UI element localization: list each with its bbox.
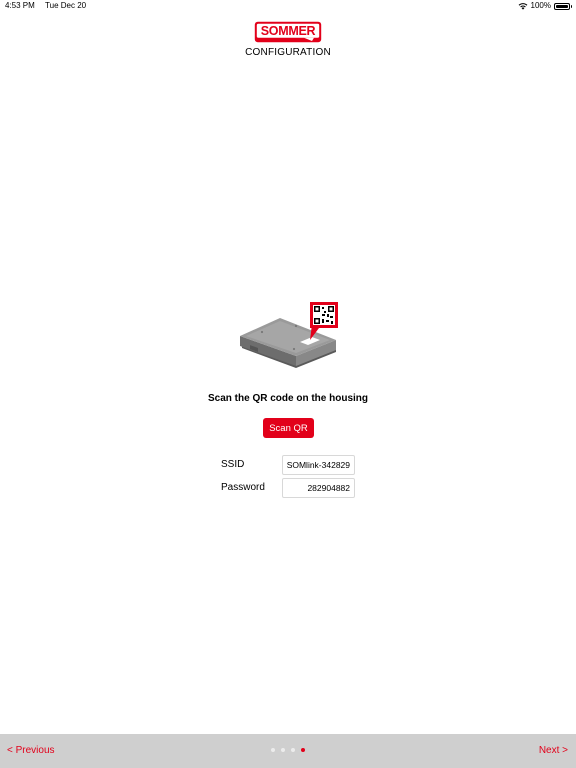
next-button[interactable]: Next > xyxy=(539,745,568,756)
status-time: 4:53 PM xyxy=(5,1,35,10)
password-field[interactable] xyxy=(282,478,355,498)
page-dot xyxy=(271,748,275,752)
page-dot xyxy=(291,748,295,752)
logo-text: SOMMER xyxy=(261,24,316,38)
scan-qr-button[interactable]: Scan QR xyxy=(263,418,314,438)
ssid-field[interactable] xyxy=(282,455,355,475)
scan-instruction: Scan the QR code on the housing xyxy=(207,393,368,404)
password-label: Password xyxy=(221,482,265,493)
wifi-icon xyxy=(518,3,527,10)
status-date: Tue Dec 20 xyxy=(45,1,87,10)
page-dot xyxy=(281,748,285,752)
page-dot-active xyxy=(301,748,305,752)
bottom-nav-bar: < Previous Next > xyxy=(0,734,576,768)
qr-code-icon xyxy=(310,302,338,328)
battery-icon xyxy=(554,2,572,10)
battery-percent: 100% xyxy=(530,1,551,10)
device-illustration xyxy=(240,302,338,368)
page-title: CONFIGURATION xyxy=(245,47,331,58)
ssid-label: SSID xyxy=(221,459,245,470)
sommer-logo: SOMMER xyxy=(254,21,322,43)
status-bar: 4:53 PM Tue Dec 20 100% xyxy=(0,0,576,14)
status-right: 100% xyxy=(518,0,572,12)
status-left: 4:53 PM Tue Dec 20 xyxy=(5,0,86,12)
battery-fill xyxy=(556,4,568,8)
previous-button[interactable]: < Previous xyxy=(7,745,55,756)
page-indicator xyxy=(271,748,305,752)
